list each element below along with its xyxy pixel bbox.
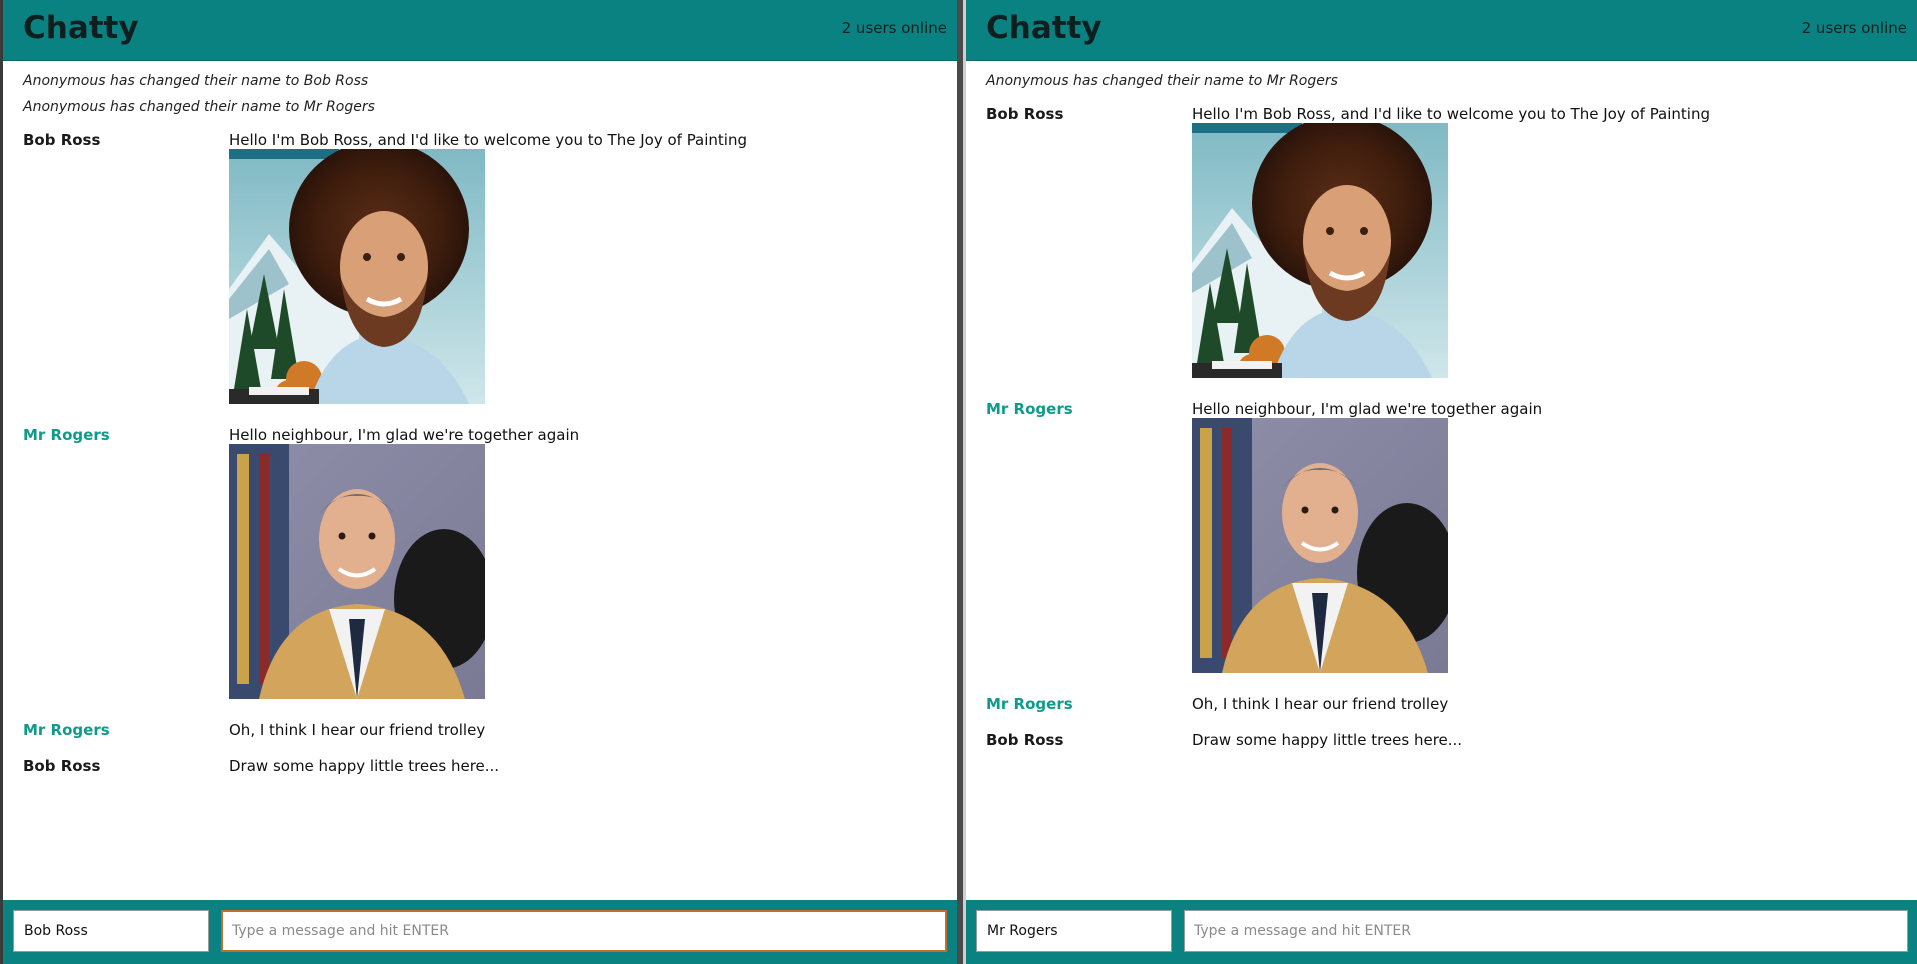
message-author: Bob Ross: [986, 731, 1064, 749]
message-list: Anonymous has changed their name to Bob …: [3, 61, 957, 900]
message-text: Hello I'm Bob Ross, and I'd like to welc…: [229, 131, 748, 149]
system-notice: Anonymous has changed their name to Bob …: [23, 73, 369, 89]
top-bar: Chatty 2 users online: [3, 0, 957, 61]
message-text: Hello neighbour, I'm glad we're together…: [229, 426, 580, 444]
message-list: Anonymous has changed their name to Mr R…: [966, 61, 1917, 900]
app-title: Chatty: [23, 10, 139, 46]
top-bar: Chatty 2 users online: [966, 0, 1917, 61]
message-text: Oh, I think I hear our friend trolley: [1192, 695, 1449, 713]
message-author: Bob Ross: [986, 105, 1064, 123]
composer-bar: [3, 900, 957, 964]
username-input[interactable]: [13, 910, 209, 952]
message-author: Mr Rogers: [986, 695, 1073, 713]
online-count: 2 users online: [1801, 19, 1907, 37]
composer-bar: [966, 900, 1917, 964]
message-text: Draw some happy little trees here...: [1192, 731, 1463, 749]
app-title: Chatty: [986, 10, 1102, 46]
message-author: Bob Ross: [23, 757, 101, 775]
message-text: Oh, I think I hear our friend trolley: [229, 721, 486, 739]
mr-rogers-portrait-image: [1192, 418, 1448, 673]
chat-window-right: Chatty 2 users online Anonymous has chan…: [963, 0, 1917, 964]
message-author: Mr Rogers: [23, 721, 110, 739]
message-text: Hello I'm Bob Ross, and I'd like to welc…: [1192, 105, 1711, 123]
bob-ross-portrait-image: [229, 149, 485, 404]
message-author: Bob Ross: [23, 131, 101, 149]
message-author: Mr Rogers: [23, 426, 110, 444]
message-author: Mr Rogers: [986, 400, 1073, 418]
chat-window-left: Chatty 2 users online Anonymous has chan…: [0, 0, 960, 964]
online-count: 2 users online: [841, 19, 947, 37]
message-text: Hello neighbour, I'm glad we're together…: [1192, 400, 1543, 418]
system-notice: Anonymous has changed their name to Mr R…: [986, 73, 1338, 89]
system-notice: Anonymous has changed their name to Mr R…: [23, 99, 375, 115]
mr-rogers-portrait-image: [229, 444, 485, 699]
message-input[interactable]: [1184, 910, 1908, 952]
username-input[interactable]: [976, 910, 1172, 952]
message-text: Draw some happy little trees here...: [229, 757, 500, 775]
message-input[interactable]: [221, 910, 947, 952]
bob-ross-portrait-image: [1192, 123, 1448, 378]
